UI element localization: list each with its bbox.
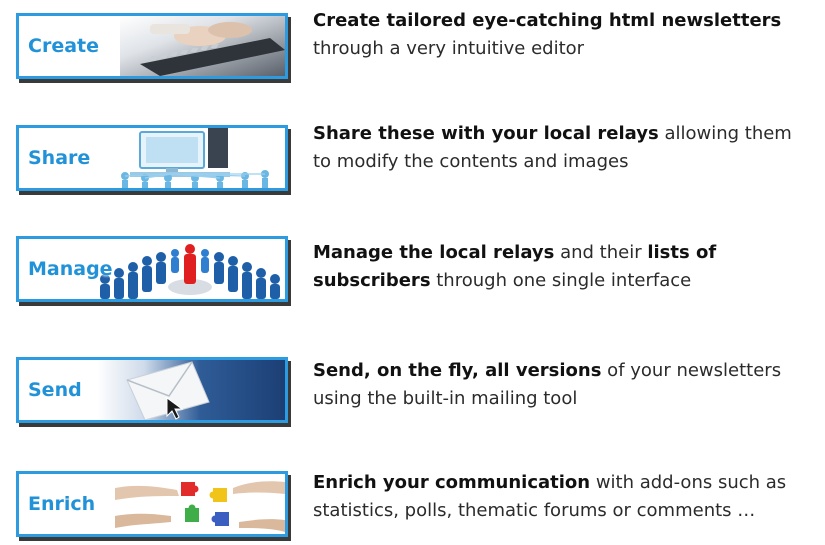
share-description-line-1: Share these with your local relays allow… <box>313 123 792 144</box>
share-card[interactable]: Share <box>16 125 288 191</box>
enrich-description-line-1: Enrich your communication with add-ons s… <box>313 472 787 493</box>
send-description-line-1: Send, on the fly, all versions of your n… <box>313 360 782 381</box>
manage-label: Manage <box>28 258 113 280</box>
enrich-description: Enrich your communication with add-ons s… <box>313 469 825 525</box>
send-card[interactable]: Send <box>16 357 288 423</box>
send-label: Send <box>28 379 82 401</box>
manage-card[interactable]: Manage <box>16 236 288 302</box>
enrich-card[interactable]: Enrich <box>16 471 288 537</box>
share-description-line-2: to modify the contents and images <box>313 151 629 172</box>
manage-description: Manage the local relays and their lists … <box>313 239 825 295</box>
send-description: Send, on the fly, all versions of your n… <box>313 357 825 413</box>
create-description-line-1: Create tailored eye-catching html newsle… <box>313 10 782 31</box>
keyboard-icon <box>120 16 285 76</box>
create-description: Create tailored eye-catching html newsle… <box>313 7 825 63</box>
manage-description-line-1: Manage the local relays and their lists … <box>313 242 717 263</box>
send-description-line-2: using the built-in mailing tool <box>313 388 578 409</box>
network-computer-icon <box>110 128 285 188</box>
create-card[interactable]: Create <box>16 13 288 79</box>
create-label: Create <box>28 35 99 57</box>
puzzle-hands-icon <box>115 474 285 534</box>
manage-description-line-2: subscribers through one single interface <box>313 270 692 291</box>
enrich-label: Enrich <box>28 493 96 515</box>
crowd-icon <box>95 239 285 299</box>
envelope-cursor-icon <box>97 360 285 420</box>
share-label: Share <box>28 147 91 169</box>
create-description-line-2: through a very intuitive editor <box>313 38 585 59</box>
enrich-description-line-2: statistics, polls, thematic forums or co… <box>313 500 756 521</box>
share-description: Share these with your local relays allow… <box>313 120 825 176</box>
